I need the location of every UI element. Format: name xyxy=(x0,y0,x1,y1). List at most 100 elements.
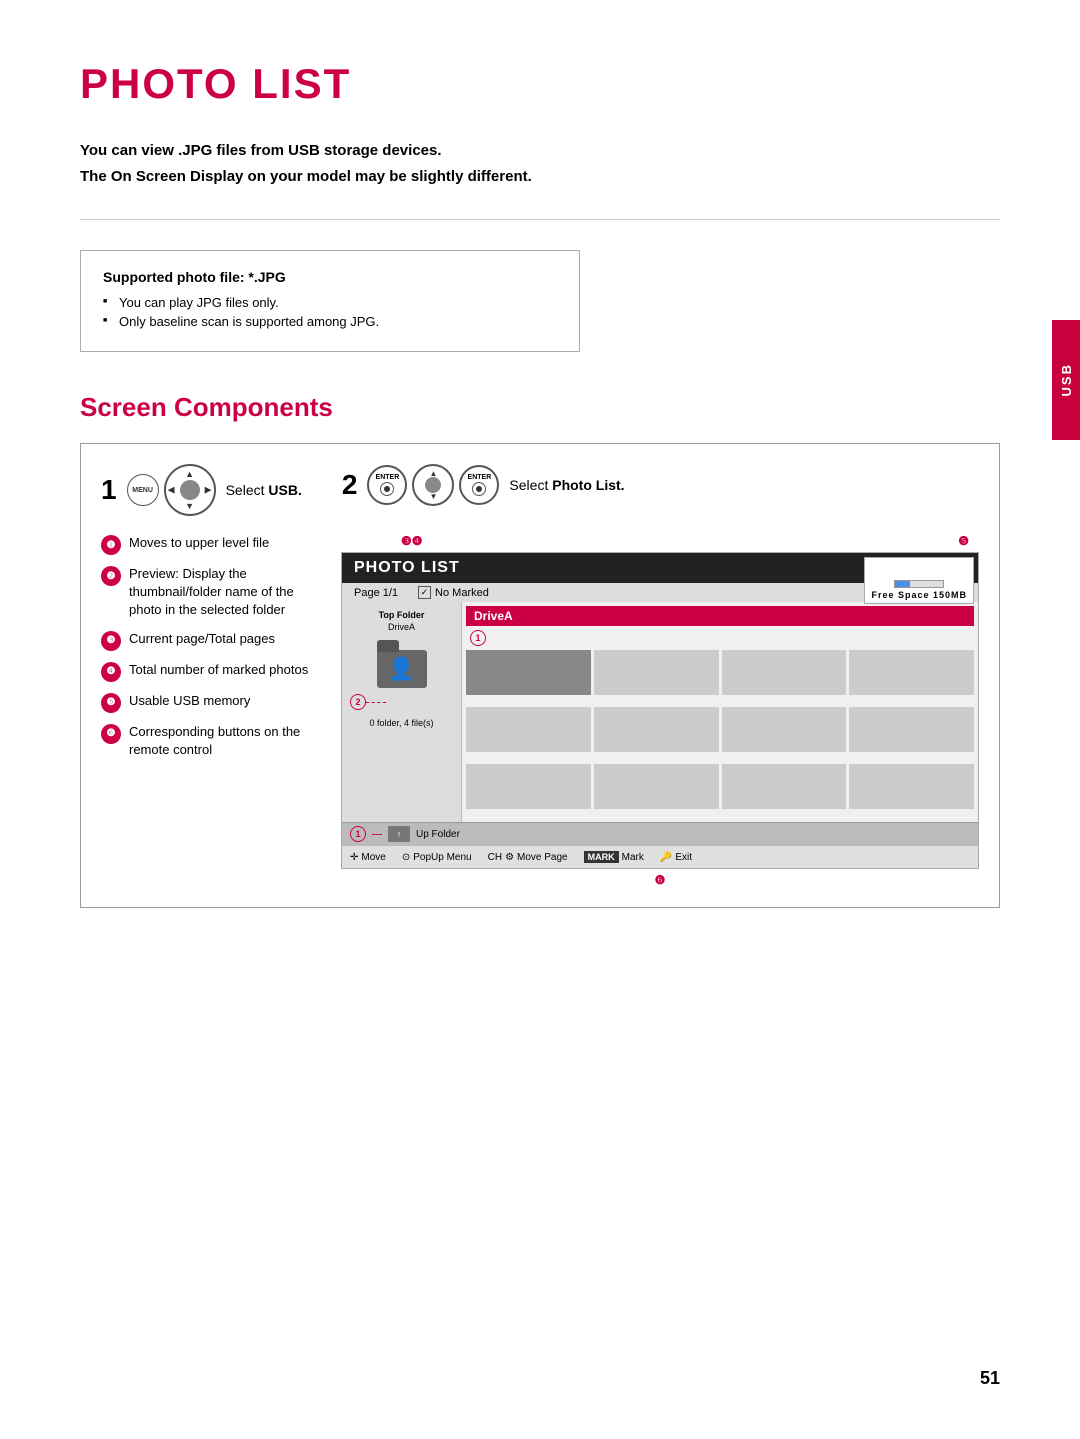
checkbox-icon: ✓ xyxy=(418,586,431,599)
grid-cell-12 xyxy=(849,764,974,809)
callout-2-area: 2 xyxy=(350,694,453,710)
annotation-5: ❺ Usable USB memory xyxy=(101,692,321,713)
section-title: Screen Components xyxy=(80,392,1000,423)
photo-ui-header: PHOTO LIST 🖹 USB Device Free Space 150MB xyxy=(342,553,978,583)
photo-grid xyxy=(466,650,974,818)
ch-icon: ⚙ xyxy=(505,852,514,863)
dpad-up-2: ▲ xyxy=(429,469,437,478)
callout-5: ❺ xyxy=(958,534,969,548)
subtitle-block: You can view .JPG files from USB storage… xyxy=(80,138,1000,189)
dpad-up-arrow: ▲ xyxy=(185,469,194,479)
exit-icon: 🔑 xyxy=(660,852,672,863)
dpad-down-arrow: ▼ xyxy=(185,501,194,511)
usb-label: 🖹 USB Device xyxy=(880,561,958,578)
up-folder-icon: ↑ xyxy=(388,826,410,842)
step1-bold: USB. xyxy=(268,482,301,498)
callout-3: ❸ xyxy=(401,534,412,548)
annotation-2: ❷ Preview: Display the thumbnail/folder … xyxy=(101,565,321,620)
bullet-1: ❶ xyxy=(101,535,121,555)
ch-label: CH xyxy=(488,852,502,863)
folder-panel: Top Folder DriveA 👤 xyxy=(342,602,462,822)
exit-label: Exit xyxy=(675,852,692,863)
up-folder-bar: 1 ↑ Up Folder xyxy=(342,822,978,845)
callout-6: ❻ xyxy=(655,873,666,887)
annotation-text-1: Moves to upper level file xyxy=(129,534,269,552)
annotation-6: ❻ Corresponding buttons on the remote co… xyxy=(101,723,321,759)
grid-cell-11 xyxy=(722,764,847,809)
info-box-list: You can play JPG files only. Only baseli… xyxy=(103,295,557,329)
usb-icon: 🖹 xyxy=(880,561,889,578)
step2-remote: ENTER ▲ ▼ ENTER xyxy=(367,464,499,506)
grid-cell-10 xyxy=(594,764,719,809)
callout-2-marker: 2 xyxy=(350,694,366,710)
bullet-6: ❻ xyxy=(101,724,121,744)
grid-cell-3 xyxy=(722,650,847,695)
footer-popup: ⊙ PopUp Menu xyxy=(402,852,472,863)
move-arrows-icon: ✛ xyxy=(350,852,358,863)
dpad-arrows: ▲ ▼ ◀ ▶ xyxy=(166,466,214,514)
photo-ui: PHOTO LIST 🖹 USB Device Free Space 150MB xyxy=(341,552,979,869)
annotation-3: ❸ Current page/Total pages xyxy=(101,630,321,651)
dpad-icon: ▲ ▼ ◀ ▶ xyxy=(164,464,216,516)
grid-cell-6 xyxy=(594,707,719,752)
info-item-1: You can play JPG files only. xyxy=(103,295,557,310)
step2-number: 2 xyxy=(342,471,358,499)
annotation-text-2: Preview: Display the thumbnail/folder na… xyxy=(129,565,321,620)
main-content: ❶ Moves to upper level file ❷ Preview: D… xyxy=(101,534,979,887)
folder-item: 👤 xyxy=(350,640,453,688)
step1-number: 1 xyxy=(101,476,117,504)
dpad-left-arrow: ◀ xyxy=(168,485,175,496)
dpad-right-arrow: ▶ xyxy=(205,485,212,496)
grid-cell-7 xyxy=(722,707,847,752)
side-tab-label: USB xyxy=(1059,363,1074,396)
dpad-arrows-2: ▲ ▼ xyxy=(414,466,452,504)
callout-1-area: 1 xyxy=(470,630,974,646)
annotations-panel: ❶ Moves to upper level file ❷ Preview: D… xyxy=(101,534,321,887)
bottom-callout: ❻ xyxy=(341,873,979,887)
page-container: USB PHOTO LIST You can view .JPG files f… xyxy=(0,0,1080,1439)
grid-cell-9 xyxy=(466,764,591,809)
mark-badge: MARK xyxy=(584,851,619,863)
callout-4: ❹ xyxy=(412,534,423,548)
steps-row: 1 MENU ▲ ▼ ◀ ▶ xyxy=(101,464,979,516)
folder-count: 0 folder, 4 file(s) xyxy=(350,718,453,728)
menu-button-icon: MENU xyxy=(127,474,159,506)
no-marked-indicator: ✓ No Marked xyxy=(418,586,489,599)
popup-circle-icon: ⊙ xyxy=(402,852,410,863)
grid-cell-2 xyxy=(594,650,719,695)
page-title: PHOTO LIST xyxy=(80,60,1000,108)
mark-label: Mark xyxy=(622,852,644,863)
usb-free-text: Free Space 150MB xyxy=(871,590,967,600)
move-label: Move xyxy=(361,852,385,863)
step2-bold: Photo List. xyxy=(552,477,624,493)
dpad-down-2: ▼ xyxy=(429,492,437,501)
footer-move: ✛ Move xyxy=(350,852,386,863)
annotation-4: ❹ Total number of marked photos xyxy=(101,661,321,682)
page-info: Page 1/1 xyxy=(354,587,398,599)
up-folder-label: Up Folder xyxy=(416,829,460,840)
enter-button-2-icon: ENTER xyxy=(459,465,499,505)
photo-ui-wrapper: ❸ ❹ ❺ PHOTO LIST 🖹 USB Device xyxy=(341,534,979,887)
step1-label: Select USB. xyxy=(226,482,302,498)
callout-2-line xyxy=(366,702,386,703)
callout-1-marker: 1 xyxy=(470,630,486,646)
step2-block: 2 ENTER ▲ ▼ xyxy=(342,464,625,506)
photo-ui-footer: ✛ Move ⊙ PopUp Menu CH ⚙ Move Page xyxy=(342,845,978,868)
move-page-label: Move Page xyxy=(517,852,568,863)
enter-button-1-icon: ENTER xyxy=(367,465,407,505)
callout-1-line xyxy=(372,834,382,835)
section-divider xyxy=(80,219,1000,220)
bullet-3: ❸ xyxy=(101,631,121,651)
info-box: Supported photo file: *.JPG You can play… xyxy=(80,250,580,352)
bullet-4: ❹ xyxy=(101,662,121,682)
popup-label: PopUp Menu xyxy=(413,852,471,863)
photo-list-title: PHOTO LIST xyxy=(354,559,460,577)
usb-device-box: 🖹 USB Device Free Space 150MB xyxy=(864,557,974,604)
grid-cell-1 xyxy=(466,650,591,695)
bullet-2: ❷ xyxy=(101,566,121,586)
annotation-text-5: Usable USB memory xyxy=(129,692,250,710)
dpad-icon-2: ▲ ▼ xyxy=(412,464,454,506)
footer-mark: MARK Mark xyxy=(584,851,644,863)
usb-bar xyxy=(894,580,944,588)
usb-bar-fill xyxy=(895,581,909,587)
